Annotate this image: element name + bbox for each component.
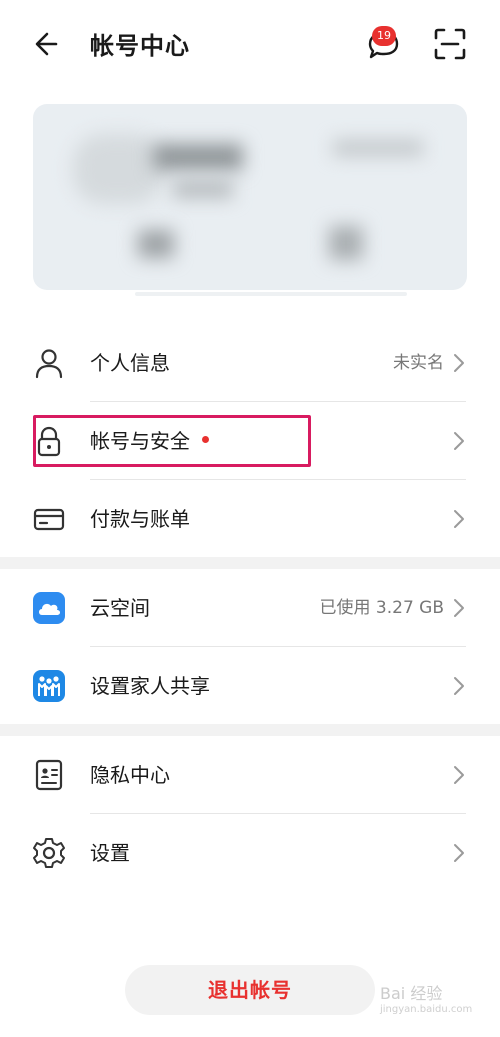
avatar xyxy=(73,134,163,204)
list-item-label: 云空间 xyxy=(90,596,150,620)
list-item-label: 设置家人共享 xyxy=(90,674,210,698)
list-item-cloud-space[interactable]: 云空间 已使用 3.27 GB xyxy=(0,569,500,647)
chevron-right-icon xyxy=(454,844,464,862)
blurred-info xyxy=(333,140,423,156)
list-item-settings[interactable]: 设置 xyxy=(0,814,500,892)
list-item-payment-billing[interactable]: 付款与账单 xyxy=(0,480,500,558)
blurred-detail xyxy=(173,180,233,198)
scan-icon xyxy=(434,28,466,60)
chevron-right-icon xyxy=(454,432,464,450)
scan-button[interactable] xyxy=(432,26,468,62)
list-item-privacy-center[interactable]: 隐私中心 xyxy=(0,736,500,814)
storage-usage: 已使用 3.27 GB xyxy=(319,598,445,618)
blurred-username xyxy=(153,144,243,170)
back-button[interactable] xyxy=(30,26,70,62)
list-item-label: 设置 xyxy=(90,841,130,865)
app-header: 帐号中心 19 xyxy=(0,0,500,90)
chevron-right-icon xyxy=(454,510,464,528)
section-gap xyxy=(0,557,500,569)
profile-card[interactable] xyxy=(33,104,467,290)
chevron-right-icon xyxy=(454,677,464,695)
card-shadow xyxy=(135,292,407,296)
logout-button[interactable]: 退出帐号 xyxy=(125,965,375,1015)
card-icon xyxy=(33,508,65,531)
unread-badge: 19 xyxy=(372,26,396,46)
watermark-text: Bai 经验 xyxy=(380,984,443,1003)
gear-icon xyxy=(33,838,65,868)
watermark: Bai 经验 jingyan.baidu.com xyxy=(380,980,472,1015)
family-icon xyxy=(33,670,65,702)
chevron-right-icon xyxy=(454,599,464,617)
chevron-right-icon xyxy=(454,354,464,372)
blurred-stat-right xyxy=(329,226,363,260)
list-item-label: 帐号与安全 xyxy=(90,402,209,480)
list-item-label: 付款与账单 xyxy=(90,507,190,531)
list-item-text: 帐号与安全 xyxy=(90,429,190,453)
blurred-stat-left xyxy=(138,230,174,258)
list-item-label: 隐私中心 xyxy=(90,763,170,787)
new-indicator-dot xyxy=(202,436,209,443)
watermark-url: jingyan.baidu.com xyxy=(380,1004,473,1015)
section-gap xyxy=(0,724,500,736)
list-item-personal-info[interactable]: 个人信息 未实名 xyxy=(0,324,500,402)
privacy-icon xyxy=(35,759,63,791)
verification-status: 未实名 xyxy=(393,353,444,373)
cloud-icon xyxy=(33,592,65,624)
lock-icon xyxy=(37,426,61,457)
page-title: 帐号中心 xyxy=(90,32,190,60)
chevron-right-icon xyxy=(454,766,464,784)
person-icon xyxy=(35,349,63,379)
back-arrow-icon xyxy=(35,32,58,56)
list-item-family-sharing[interactable]: 设置家人共享 xyxy=(0,647,500,725)
list-item-label: 个人信息 xyxy=(90,351,170,375)
list-item-account-security[interactable]: 帐号与安全 xyxy=(0,402,500,480)
